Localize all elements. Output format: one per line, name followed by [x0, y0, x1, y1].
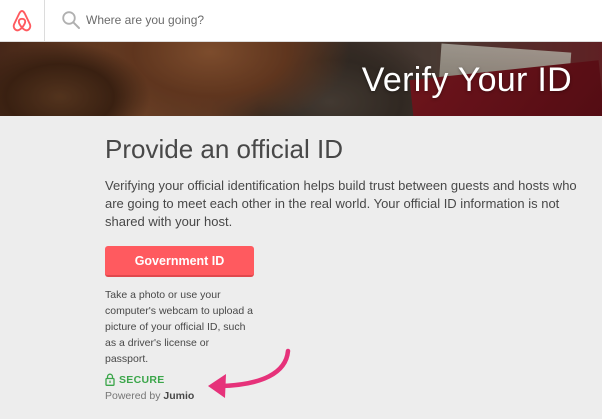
search-icon — [62, 11, 80, 29]
secure-badge: SECURE — [105, 373, 165, 386]
powered-by-text: Powered by Jumio — [105, 390, 194, 402]
jumio-brand: Jumio — [163, 390, 195, 402]
airbnb-logo-icon — [12, 10, 32, 32]
secure-label: SECURE — [119, 373, 165, 386]
government-id-button[interactable]: Government ID — [105, 246, 254, 277]
powered-by-prefix: Powered by — [105, 390, 161, 402]
top-nav — [0, 0, 602, 42]
hero-title: Verify Your ID — [361, 61, 572, 99]
lock-icon — [105, 373, 115, 386]
intro-text: Verifying your official identification h… — [105, 178, 577, 229]
annotation-arrow-icon — [208, 348, 291, 398]
hero-banner: Verify Your ID — [0, 42, 602, 116]
logo-link[interactable] — [0, 0, 45, 42]
search-input[interactable] — [86, 9, 486, 31]
page-heading: Provide an official ID — [105, 134, 343, 164]
